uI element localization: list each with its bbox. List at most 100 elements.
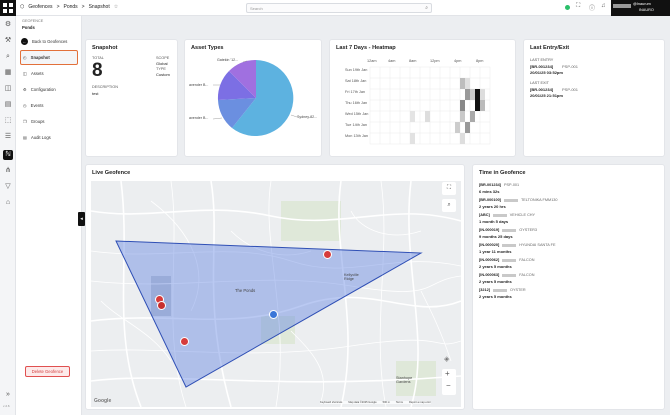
asset-id: [IN-000019]: [479, 228, 500, 232]
list-item[interactable]: [3212] OYSTER: [479, 288, 526, 292]
map-view[interactable]: The Ponds Kellyville Ridge Stanhope Gard…: [91, 181, 461, 407]
type-value: Custom: [156, 72, 170, 77]
list-item[interactable]: [IN-000019] OYSTER3: [479, 228, 537, 232]
user-org: INAURO: [639, 8, 654, 12]
heatmap-cell: [460, 111, 465, 122]
audit-icon: ▤: [23, 135, 27, 140]
asset-types-card: Asset Types Gatekin '12... avender B... …: [184, 39, 322, 157]
heatmap-cell: [480, 89, 485, 100]
map-canvas[interactable]: [91, 181, 461, 407]
geofence-nav-icon[interactable]: ℕ: [3, 150, 13, 160]
map-place-label: Kellyville Ridge: [344, 273, 359, 281]
list-item[interactable]: [IN-000063] FALCON: [479, 273, 534, 277]
sidebar-item-snapshot-row[interactable]: ◴ Snapshot: [23, 55, 50, 60]
user-menu[interactable]: @Inaurum INAURO: [611, 0, 670, 16]
sidebar-item-events[interactable]: ◷ Events: [23, 103, 43, 108]
search-placeholder: Search: [250, 6, 263, 11]
redacted-text: [502, 259, 517, 262]
type-label: TYPE: [156, 67, 166, 71]
list-icon[interactable]: ☰: [3, 132, 13, 142]
settings-icon[interactable]: ⚙: [3, 20, 13, 30]
list-item[interactable]: [BR-000100] TELTONIKA FMM130: [479, 198, 558, 202]
box-icon[interactable]: ⬚: [3, 116, 13, 126]
heatmap-cell: [410, 111, 415, 122]
list-item[interactable]: [BR-001234] PSP-001: [479, 183, 519, 187]
star-icon[interactable]: ☆: [114, 4, 118, 10]
asset-marker-icon[interactable]: [180, 337, 189, 346]
time-duration: 1 year 11 months: [479, 249, 512, 254]
last-exit-id[interactable]: [BR-001234]: [530, 87, 553, 92]
last-exit-time: 20/01/25 21:51pm: [530, 93, 563, 98]
last-entry-exit-card: Last Entry/Exit LAST ENTRY [BR-001234] P…: [523, 39, 665, 157]
delete-geofence-button[interactable]: Delete Geofence: [25, 366, 70, 377]
heatmap-cell: [465, 122, 470, 133]
heatmap-cell: [410, 133, 415, 144]
collapse-panel-icon[interactable]: ◂: [78, 212, 85, 226]
redacted-text: [502, 274, 517, 277]
pie-label: avender B...: [189, 83, 209, 87]
last-entry-id[interactable]: [BR-001234]: [530, 64, 553, 69]
heatmap-cell: [460, 133, 465, 144]
asset-name: HYUNDAI SANTA FE: [519, 243, 556, 247]
zoom-in-icon[interactable]: +: [445, 369, 450, 378]
tag-icon[interactable]: ⌂: [3, 198, 13, 208]
filter-icon[interactable]: ▽: [3, 182, 13, 192]
card-title: Time in Geofence: [479, 170, 526, 176]
sidebar-item-label: Configuration: [30, 87, 56, 92]
layers-icon[interactable]: ◈: [444, 355, 454, 365]
asset-name: PSP-001: [503, 183, 520, 187]
asset-cluster-icon[interactable]: [269, 310, 278, 319]
map-place-label: The Ponds: [235, 288, 256, 293]
keyboard-shortcuts-link[interactable]: Keyboard shortcuts: [320, 401, 342, 404]
heatmap-cell: [480, 100, 485, 111]
document-icon[interactable]: ▤: [3, 100, 13, 110]
list-item[interactable]: [ABC] VEHICLE CHY: [479, 213, 535, 217]
expand-icon[interactable]: »: [3, 390, 13, 400]
heatmap-cell: [460, 100, 465, 111]
zoom-out-icon[interactable]: −: [446, 381, 451, 390]
description-label: DESCRIPTION: [92, 85, 118, 89]
search-nav-icon[interactable]: ⌕: [3, 52, 13, 62]
time-duration: 9 months 25 days: [479, 234, 513, 239]
asset-name: OYSTER: [509, 288, 526, 292]
card-title: Live Geofence: [92, 170, 131, 176]
search-icon: ⌕: [425, 5, 428, 11]
share-icon[interactable]: ⋔: [3, 166, 13, 176]
asset-id: [IN-000020]: [479, 243, 500, 247]
help-icon[interactable]: ⓘ: [589, 3, 595, 12]
redacted-text: [503, 199, 518, 202]
live-geofence-card: Live Geofence The Ponds Kellyville Ridge…: [85, 164, 465, 410]
breadcrumb-geofences[interactable]: Geofences: [28, 4, 52, 10]
card-title: Last Entry/Exit: [530, 45, 570, 51]
card-title: Snapshot: [92, 45, 118, 51]
asset-marker-icon[interactable]: [323, 250, 332, 259]
sidebar-item-groups[interactable]: ❐ Groups: [23, 119, 45, 124]
report-error-link[interactable]: Report a map error: [409, 401, 431, 404]
sidebar-item-configuration[interactable]: ⚙ Configuration: [23, 87, 56, 92]
status-dot-icon: [565, 5, 570, 10]
heatmap-cell: [465, 78, 470, 89]
sidebar-item-assets[interactable]: ◫ Assets: [23, 71, 44, 76]
map-search-icon[interactable]: ⌕: [442, 199, 456, 212]
assets-nav-icon[interactable]: ◫: [3, 84, 13, 94]
list-item[interactable]: [IN-000062] FALCON: [479, 258, 534, 262]
time-duration: 2 years 5 months: [479, 264, 512, 269]
grid-icon[interactable]: ▦: [3, 68, 13, 78]
bell-icon[interactable]: ♫: [601, 3, 606, 9]
app-logo[interactable]: [0, 0, 16, 16]
back-to-geofences-link[interactable]: ← Back to Geofences: [21, 38, 67, 45]
asset-id: [BR-001234]: [479, 183, 501, 187]
search-input[interactable]: Search ⌕: [246, 3, 432, 13]
asset-name: OYSTER3: [519, 228, 537, 232]
asset-types-pie: [212, 59, 298, 136]
sidebar-item-audit-logs[interactable]: ▤ Audit Logs: [23, 135, 51, 140]
geofence-name: Ponds: [22, 25, 35, 30]
breadcrumb-ponds[interactable]: Ponds: [63, 4, 77, 10]
tools-icon[interactable]: ⚒: [3, 36, 13, 46]
terms-link[interactable]: Terms: [396, 401, 403, 404]
list-item[interactable]: [IN-000020] HYUNDAI SANTA FE: [479, 243, 555, 247]
fullscreen-icon[interactable]: ⛶: [576, 3, 580, 10]
map-zoom-control: + −: [442, 369, 456, 395]
asset-marker-icon[interactable]: [157, 301, 166, 310]
map-fullscreen-icon[interactable]: ⛶: [442, 182, 456, 195]
